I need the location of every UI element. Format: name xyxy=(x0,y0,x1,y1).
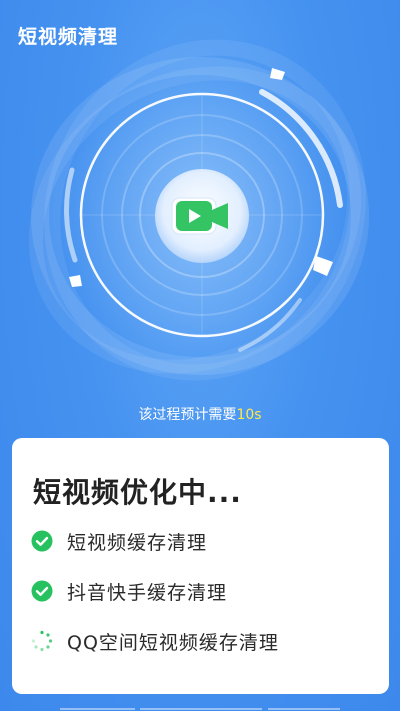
estimate-hint: 该过程预计需要10s xyxy=(0,404,400,424)
task-item: QQ空间短视频缓存清理 xyxy=(31,628,279,654)
task-label: 短视频缓存清理 xyxy=(67,531,208,554)
scan-animation xyxy=(28,39,369,381)
task-item: 抖音快手缓存清理 xyxy=(31,578,227,604)
progress-card: 短视频优化中... 短视频缓存清理 抖音快手缓存清理 QQ空间短视频缓存清理 xyxy=(12,438,389,694)
check-circle-icon xyxy=(31,580,53,602)
loading-spinner-icon xyxy=(31,630,53,652)
check-circle-icon xyxy=(31,530,53,552)
video-cleanup-screen: 短视频清理 该过程预计需要10s 短视频优化中... 短视频缓存清理 抖音快手缓… xyxy=(0,0,400,711)
bottom-divider xyxy=(60,708,340,710)
task-label: QQ空间短视频缓存清理 xyxy=(67,631,279,654)
card-title: 短视频优化中... xyxy=(33,476,242,509)
estimate-hint-text: 该过程预计需要 xyxy=(138,407,237,423)
task-item: 短视频缓存清理 xyxy=(31,528,207,554)
estimate-seconds: 10s xyxy=(236,407,262,423)
task-label: 抖音快手缓存清理 xyxy=(67,581,228,604)
